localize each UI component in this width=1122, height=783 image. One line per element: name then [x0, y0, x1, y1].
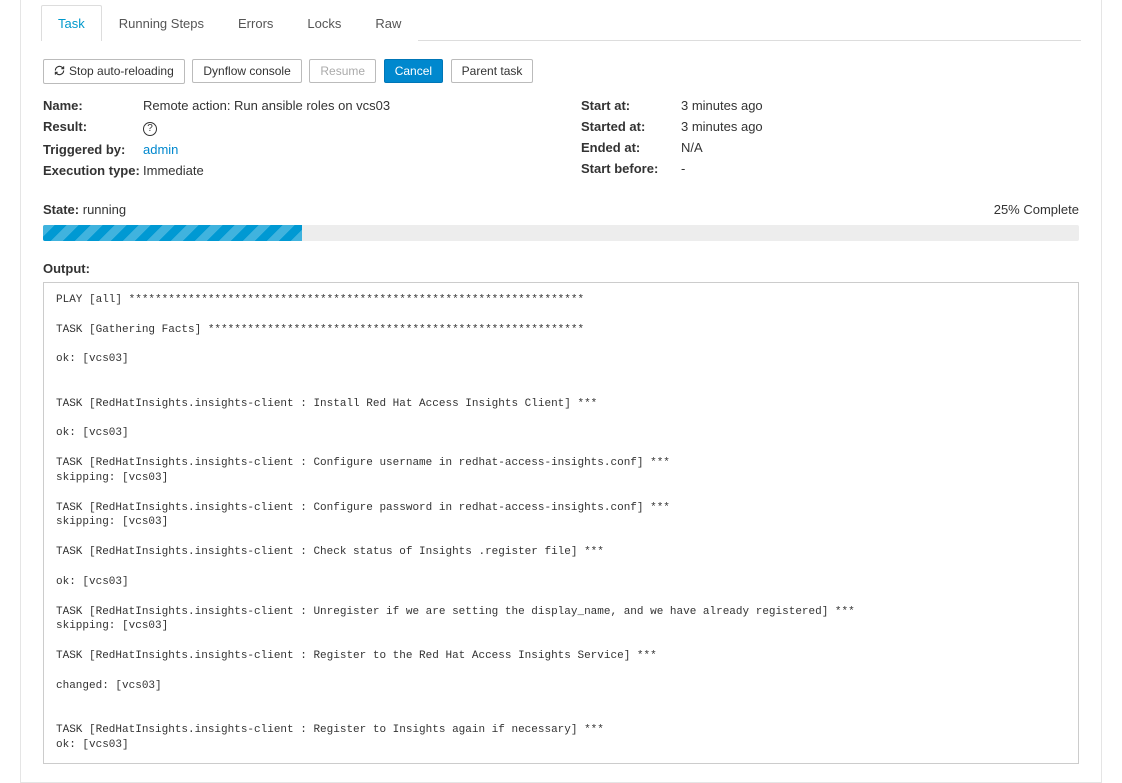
- state-label: State:: [43, 202, 79, 217]
- cancel-button[interactable]: Cancel: [384, 59, 443, 83]
- action-buttons: Stop auto-reloading Dynflow console Resu…: [43, 59, 1079, 84]
- tab-locks[interactable]: Locks: [290, 5, 358, 41]
- start-before-label: Start before:: [581, 161, 681, 176]
- start-before-value: -: [681, 161, 685, 176]
- task-page: Task Running Steps Errors Locks Raw Stop…: [20, 0, 1102, 783]
- details-right: Start at: 3 minutes ago Started at: 3 mi…: [581, 98, 1079, 184]
- start-at-label: Start at:: [581, 98, 681, 113]
- tab-task[interactable]: Task: [41, 5, 102, 41]
- tab-errors[interactable]: Errors: [221, 5, 290, 41]
- result-value: ?: [143, 119, 157, 136]
- resume-button[interactable]: Resume: [309, 59, 376, 83]
- task-content: Stop auto-reloading Dynflow console Resu…: [21, 41, 1101, 782]
- triggered-by-link[interactable]: admin: [143, 142, 178, 157]
- started-at-label: Started at:: [581, 119, 681, 134]
- stop-auto-reload-button[interactable]: Stop auto-reloading: [43, 59, 185, 84]
- details-left: Name: Remote action: Run ansible roles o…: [43, 98, 541, 184]
- started-at-value: 3 minutes ago: [681, 119, 763, 134]
- task-details: Name: Remote action: Run ansible roles o…: [43, 98, 1079, 184]
- help-icon[interactable]: ?: [143, 122, 157, 136]
- execution-type-label: Execution type:: [43, 163, 143, 178]
- output-label: Output:: [43, 261, 1079, 276]
- refresh-icon: [54, 65, 65, 79]
- tab-running-steps[interactable]: Running Steps: [102, 5, 221, 41]
- execution-type-value: Immediate: [143, 163, 204, 178]
- name-label: Name:: [43, 98, 143, 113]
- state-value: running: [83, 202, 126, 217]
- ended-at-value: N/A: [681, 140, 703, 155]
- tab-bar: Task Running Steps Errors Locks Raw: [41, 0, 1081, 41]
- dynflow-console-button[interactable]: Dynflow console: [192, 59, 301, 83]
- triggered-by-label: Triggered by:: [43, 142, 143, 157]
- result-label: Result:: [43, 119, 143, 136]
- stop-auto-reload-label: Stop auto-reloading: [69, 64, 174, 78]
- parent-task-button[interactable]: Parent task: [451, 59, 534, 83]
- progress-text: 25% Complete: [994, 202, 1079, 217]
- progress-fill: [43, 225, 302, 241]
- start-at-value: 3 minutes ago: [681, 98, 763, 113]
- name-value: Remote action: Run ansible roles on vcs0…: [143, 98, 390, 113]
- state-line: State: running 25% Complete: [43, 202, 1079, 217]
- output-console[interactable]: PLAY [all] *****************************…: [43, 282, 1079, 764]
- ended-at-label: Ended at:: [581, 140, 681, 155]
- progress-bar: [43, 225, 1079, 241]
- tab-raw[interactable]: Raw: [358, 5, 418, 41]
